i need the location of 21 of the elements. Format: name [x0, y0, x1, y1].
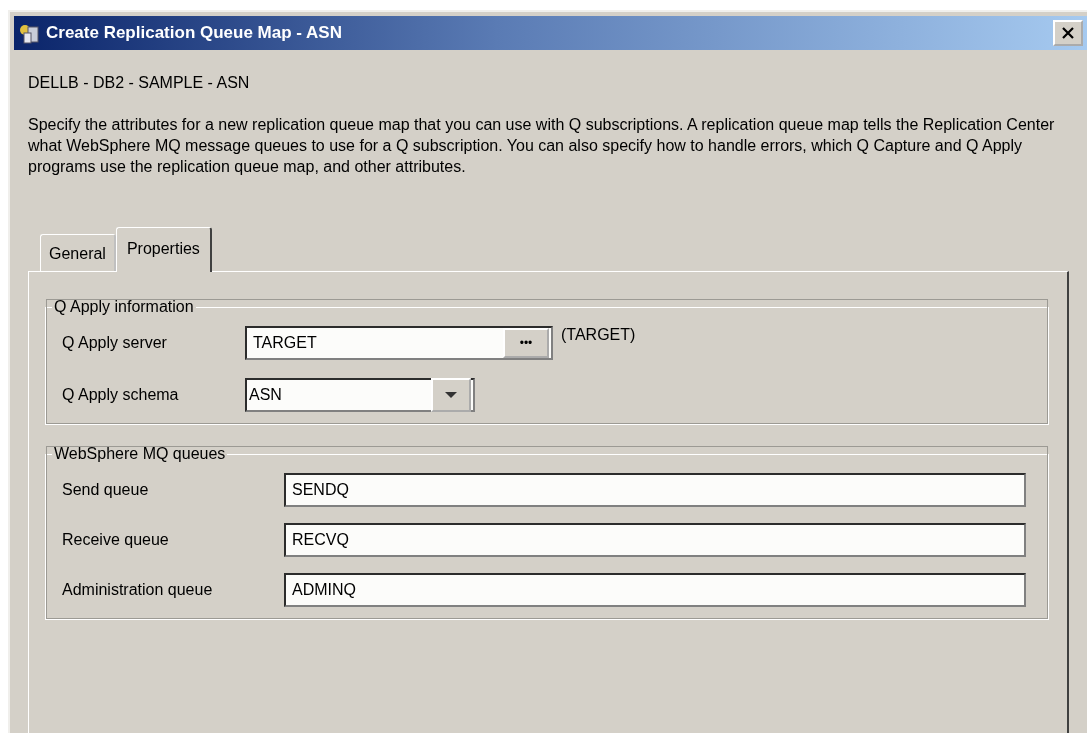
close-icon [1061, 27, 1075, 39]
server-note: (TARGET) [561, 326, 636, 344]
description: Specify the attributes for a new replication queue map that you can use with Q subscriptions. A replication queue map tells the Replication Center what WebSphere MQ message queues to use for a Q subscription. You can also specify how to handle errors, which Q Capture and Q Apply programs use the replication queue map, and other attributes. [28, 115, 1056, 177]
tab[interactable]: General [40, 234, 116, 271]
field-label: Administration queue [62, 581, 214, 599]
field-label: Send queue [62, 481, 150, 499]
group-title: Q Apply information [53, 298, 195, 316]
input-field[interactable]: RECVQ [284, 523, 1026, 557]
input-field[interactable]: SENDQ [284, 473, 1026, 507]
close-button[interactable] [1053, 20, 1083, 46]
window-title: Create Replication Queue Map - ASN [46, 23, 343, 43]
breadcrumb: DELLB - DB2 - SAMPLE - ASN [28, 74, 251, 92]
tab[interactable]: Properties [115, 227, 212, 272]
field-label: Q Apply schema [62, 386, 180, 404]
field-label: Q Apply server [62, 334, 168, 352]
input-field[interactable]: ADMINQ [284, 573, 1026, 607]
field-label: Receive queue [62, 531, 170, 549]
group-title: WebSphere MQ queues [53, 445, 227, 463]
dropdown[interactable]: ASN [245, 378, 475, 412]
input-field[interactable]: TARGET ••• [245, 326, 553, 360]
browse-button[interactable]: ••• [503, 328, 549, 358]
